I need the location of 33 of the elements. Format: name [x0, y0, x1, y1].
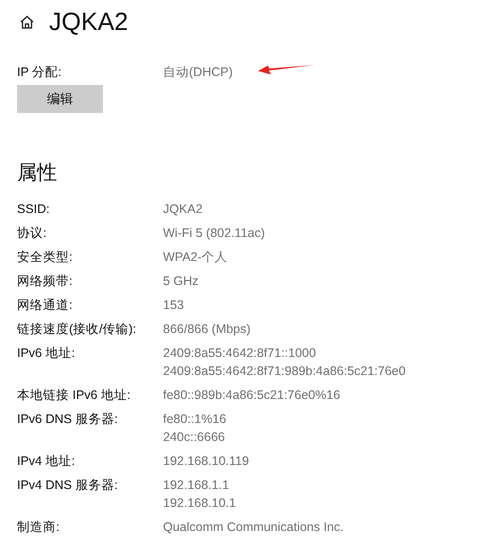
property-label: 网络通道: — [17, 297, 74, 314]
property-value: fe80::989b:4a86:5c21:76e0%16 — [163, 387, 340, 404]
property-label: 安全类型: — [17, 249, 74, 266]
property-value: 153 — [163, 297, 184, 314]
property-label: 链接速度(接收/传输): — [17, 321, 138, 338]
property-label: 本地链接 IPv6 地址: — [17, 387, 132, 404]
property-value: 240c::6666 — [163, 429, 226, 446]
property-label: 网络频带: — [17, 273, 74, 290]
field-label: IP 分配: — [17, 64, 63, 81]
property-value: JQKA2 — [163, 201, 203, 218]
property-value: 5 GHz — [163, 273, 198, 290]
property-label: SSID: — [17, 201, 51, 218]
property-value: Qualcomm Communications Inc. — [163, 519, 344, 536]
property-value: 192.168.10.119 — [163, 453, 249, 470]
edit-button[interactable]: 编辑 — [17, 85, 103, 113]
property-value: Wi-Fi 5 (802.11ac) — [163, 225, 265, 242]
property-label: 制造商: — [17, 519, 60, 536]
property-value: 192.168.1.1 — [163, 477, 230, 494]
property-label: IPv4 地址: — [17, 453, 76, 470]
property-label: IPv4 DNS 服务器: — [17, 477, 119, 494]
property-label: IPv6 地址: — [17, 345, 76, 362]
property-value: 192.168.10.1 — [163, 495, 236, 512]
property-label: IPv6 DNS 服务器: — [17, 411, 119, 428]
property-value: fe80::1%16 — [163, 411, 226, 428]
home-icon[interactable] — [19, 14, 35, 30]
property-value: 2409:8a55:4642:8f71::1000 — [163, 345, 317, 362]
field-value: 自动(DHCP) — [163, 64, 233, 81]
property-label: 协议: — [17, 225, 48, 242]
section-heading: 属性 — [17, 161, 58, 185]
property-value: WPA2-个人 — [163, 249, 228, 266]
property-value: 866/866 (Mbps) — [163, 321, 251, 338]
page-title: JQKA2 — [49, 10, 128, 34]
property-value: 2409:8a55:4642:8f71:989b:4a86:5c21:76e0 — [163, 363, 406, 380]
